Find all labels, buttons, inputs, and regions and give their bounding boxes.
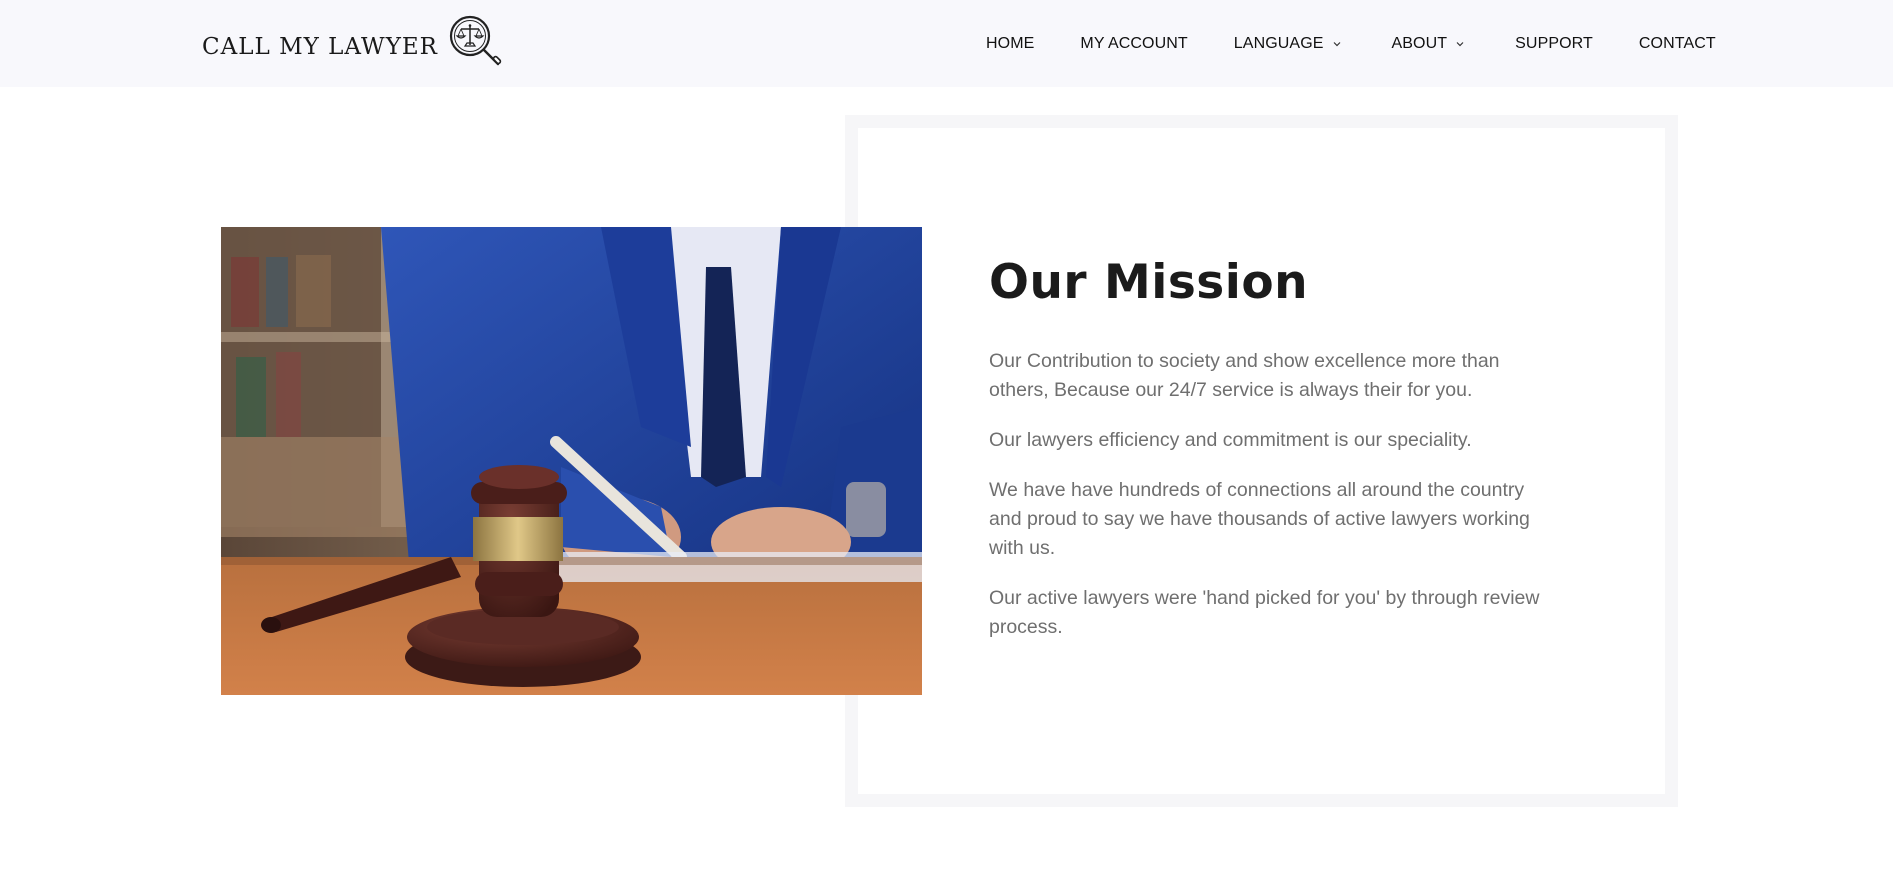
mission-section: Our Mission Our Contribution to society … <box>989 255 1549 663</box>
mission-paragraph: We have have hundreds of connections all… <box>989 479 1530 560</box>
site-header: CALL MY LAWYER HOME MY ACCOUNT LANGUAGE <box>0 0 1893 87</box>
mission-paragraph: Our Contribution to society and show exc… <box>989 350 1500 402</box>
nav-contact[interactable]: CONTACT <box>1639 35 1716 53</box>
mission-paragraph: Our active lawyers were 'hand picked for… <box>989 587 1540 639</box>
site-logo[interactable]: CALL MY LAWYER <box>202 14 504 72</box>
chevron-down-icon <box>1333 41 1340 46</box>
nav-language[interactable]: LANGUAGE <box>1234 35 1342 53</box>
lawyer-gavel-photo <box>221 227 922 695</box>
nav-about[interactable]: ABOUT <box>1392 35 1466 53</box>
nav-support[interactable]: SUPPORT <box>1515 35 1593 53</box>
nav-my-account[interactable]: MY ACCOUNT <box>1080 35 1187 53</box>
nav-my-account-label: MY ACCOUNT <box>1080 34 1188 52</box>
mission-title: Our Mission <box>989 255 1309 310</box>
nav-home-label: HOME <box>986 34 1035 52</box>
main-nav: HOME MY ACCOUNT LANGUAGE ABOUT SUPPORT C… <box>986 0 1716 87</box>
nav-about-label: ABOUT <box>1391 34 1448 52</box>
nav-language-label: LANGUAGE <box>1233 34 1324 52</box>
chevron-down-icon <box>1456 41 1464 46</box>
scales-magnifier-icon <box>449 15 502 66</box>
mission-paragraph: Our lawyers efficiency and commitment is… <box>989 429 1472 452</box>
nav-contact-label: CONTACT <box>1638 34 1716 52</box>
nav-support-label: SUPPORT <box>1515 34 1593 52</box>
nav-home[interactable]: HOME <box>986 35 1034 53</box>
logo-text: CALL MY LAWYER <box>202 34 438 60</box>
